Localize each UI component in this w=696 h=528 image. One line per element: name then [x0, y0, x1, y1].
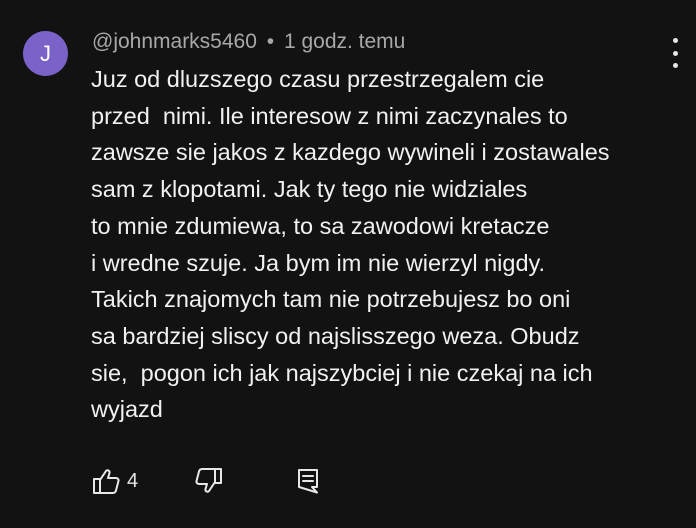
thumbs-down-icon — [195, 468, 222, 493]
comment-header: @johnmarks5460 • 1 godz. temu — [92, 30, 405, 54]
avatar-letter: J — [40, 40, 51, 66]
reply-button[interactable] — [294, 466, 322, 496]
comment-line: przed nimi. Ile interesow z nimi zaczyna… — [91, 102, 568, 129]
dislike-button[interactable] — [194, 466, 224, 496]
comment-line: Juz od dluzszego czasu przestrzegalem ci… — [91, 66, 545, 92]
avatar[interactable]: J — [23, 31, 68, 76]
comment-line: Takich znajomych tam nie potrzebujesz bo… — [91, 286, 571, 313]
comment-text: Juz od dluzszego czasu przestrzegalem ci… — [91, 61, 676, 428]
comment-line: i wredne szuje. Ja bym im nie wierzyl ni… — [91, 249, 546, 276]
meta-separator: • — [266, 30, 275, 53]
like-count: 4 — [127, 469, 139, 492]
comment-line: sie, pogon ich jak najszybciej i nie cze… — [91, 359, 593, 386]
reply-icon — [298, 469, 318, 494]
comment-line: sa bardziej sliscy od najslisszego weza.… — [91, 322, 580, 349]
comment-line: wyjazd — [91, 396, 163, 423]
thumbs-up-icon — [93, 469, 120, 494]
comment-timestamp[interactable]: 1 godz. temu — [284, 30, 405, 53]
author-handle[interactable]: @johnmarks5460 — [92, 30, 257, 53]
like-button[interactable]: 4 — [91, 466, 138, 496]
comment-line: to mnie zdumiewa, to sa zawodowi kretacz… — [91, 212, 550, 239]
comment-actions: 4 — [91, 466, 331, 498]
comment-line: zawsze sie jakos z kazdego wywineli i zo… — [91, 139, 610, 166]
comment: J @johnmarks5460 • 1 godz. temu Juz od d… — [0, 0, 696, 528]
comment-line: sam z klopotami. Jak ty tego nie widzial… — [91, 176, 528, 203]
